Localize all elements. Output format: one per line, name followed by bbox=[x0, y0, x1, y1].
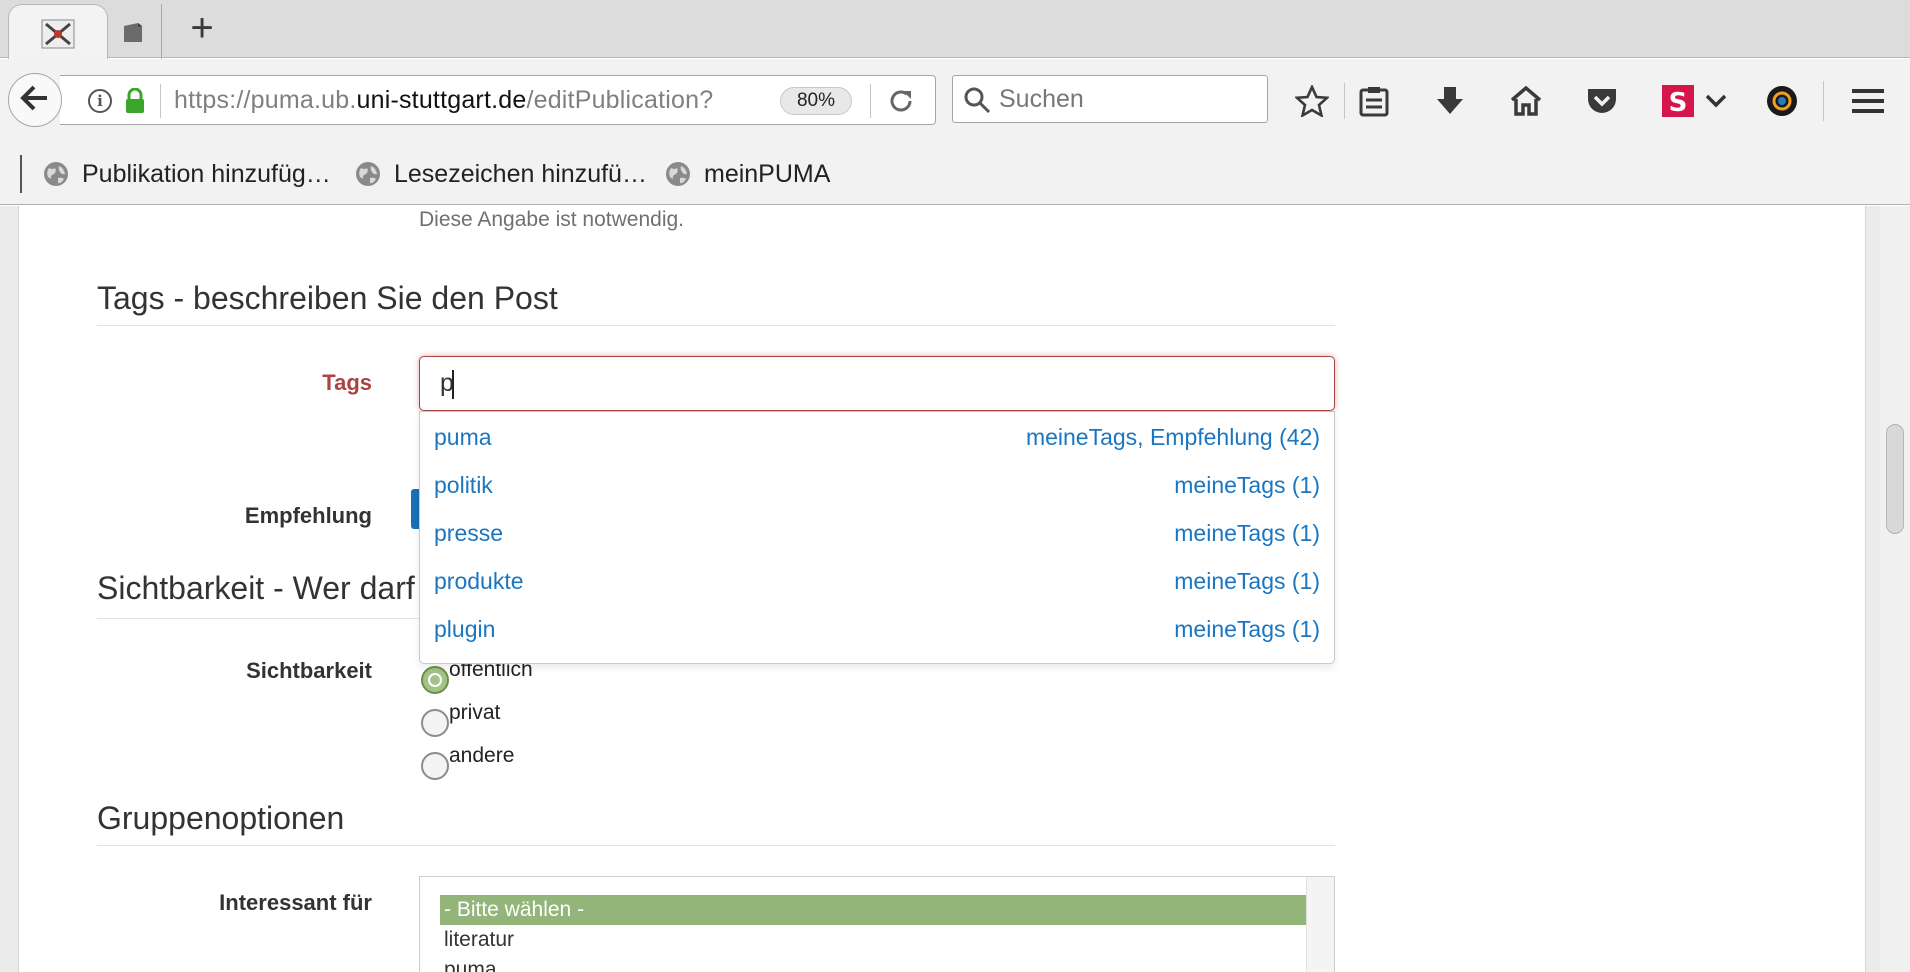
visibility-option-private[interactable]: privat bbox=[421, 701, 501, 737]
tags-section-title: Tags - beschreiben Sie den Post bbox=[97, 280, 1335, 326]
new-tab-button[interactable]: + bbox=[180, 8, 224, 50]
radio-label: privat bbox=[449, 701, 501, 724]
plus-icon: + bbox=[190, 6, 214, 50]
back-button[interactable] bbox=[8, 73, 62, 127]
reading-list-icon[interactable] bbox=[1354, 81, 1394, 121]
globe-icon bbox=[666, 162, 690, 186]
lock-icon[interactable] bbox=[124, 87, 146, 114]
hamburger-menu-icon[interactable] bbox=[1848, 81, 1888, 121]
interest-label: Interessant für bbox=[219, 890, 372, 915]
suggestion-tag: presse bbox=[434, 520, 504, 546]
globe-icon bbox=[44, 162, 68, 186]
nav-bar: i https://puma.ub.uni-stuttgart.de/editP… bbox=[0, 59, 1910, 141]
search-input[interactable] bbox=[999, 76, 1259, 122]
tab-bar: + bbox=[0, 0, 1910, 59]
chevron-down-icon[interactable] bbox=[1702, 81, 1730, 121]
suggestion-source: meineTags (1) bbox=[1174, 520, 1320, 546]
visibility-option-other[interactable]: andere bbox=[421, 744, 515, 780]
suggestion-tag: puma bbox=[434, 424, 492, 450]
bookmarks-bar: Publikation hinzufüg… Lesezeichen hinzuf… bbox=[0, 141, 1910, 205]
zoom-badge[interactable]: 80% bbox=[780, 87, 852, 115]
bookmark-label: Publikation hinzufüg… bbox=[82, 159, 331, 188]
camera-lens-icon[interactable] bbox=[1762, 81, 1802, 121]
svg-text:S: S bbox=[1669, 88, 1688, 118]
info-icon[interactable]: i bbox=[88, 89, 112, 113]
tags-label: Tags bbox=[322, 370, 372, 395]
suggestion-source: meineTags (1) bbox=[1174, 472, 1320, 498]
toolbar-separator bbox=[1344, 83, 1345, 119]
group-section-title: Gruppenoptionen bbox=[97, 800, 1335, 846]
suggestion-source: meineTags (1) bbox=[1174, 568, 1320, 594]
globe-icon bbox=[356, 162, 380, 186]
bookmark-label: Lesezeichen hinzufü… bbox=[394, 159, 647, 188]
interest-select[interactable]: - Bitte wählen - literatur puma bbox=[419, 876, 1335, 972]
empfehlung-label: Empfehlung bbox=[244, 503, 372, 528]
url-bar[interactable]: i https://puma.ub.uni-stuttgart.de/editP… bbox=[60, 75, 936, 125]
tag-suggestion[interactable]: presse meineTags (1) bbox=[420, 508, 1334, 556]
page-scrollbar[interactable] bbox=[1880, 206, 1910, 972]
tag-suggestion[interactable]: politik meineTags (1) bbox=[420, 460, 1334, 508]
home-icon[interactable] bbox=[1506, 81, 1546, 121]
tag-suggestion[interactable]: plugin meineTags (1) bbox=[420, 604, 1334, 652]
suggestion-tag: plugin bbox=[434, 616, 496, 642]
suggestion-tag: politik bbox=[434, 472, 493, 498]
tab-active[interactable] bbox=[8, 4, 108, 59]
toolbar-separator bbox=[1823, 81, 1824, 121]
url-text[interactable]: https://puma.ub.uni-stuttgart.de/editPub… bbox=[174, 86, 713, 115]
url-prefix: https://puma.ub. bbox=[174, 86, 357, 114]
radio-label: andere bbox=[449, 744, 515, 767]
select-scrollbar[interactable] bbox=[1306, 877, 1334, 972]
tags-input[interactable] bbox=[419, 356, 1335, 411]
bookmark-item[interactable]: Publikation hinzufüg… bbox=[42, 155, 331, 193]
text-caret bbox=[452, 370, 454, 399]
select-option[interactable]: - Bitte wählen - bbox=[440, 895, 1306, 925]
url-path: /editPublication? bbox=[526, 86, 714, 114]
tag-suggestion[interactable]: puma meineTags, Empfehlung (42) bbox=[420, 412, 1334, 460]
radio-button[interactable] bbox=[421, 752, 449, 780]
bookmark-item[interactable]: Lesezeichen hinzufü… bbox=[354, 155, 647, 193]
select-option[interactable]: literatur bbox=[440, 925, 1306, 955]
bookmark-item[interactable]: meinPUMA bbox=[664, 155, 830, 193]
puma-logo-icon bbox=[41, 19, 75, 49]
s-addon-icon[interactable]: S bbox=[1658, 81, 1698, 121]
url-domain: uni-stuttgart.de bbox=[356, 86, 527, 114]
radio-button-checked[interactable] bbox=[421, 666, 449, 694]
bookmarks-separator bbox=[20, 155, 22, 193]
select-option[interactable]: puma bbox=[440, 955, 1306, 972]
suggestion-source: meineTags (1) bbox=[1174, 616, 1320, 642]
required-note: Diese Angabe ist notwendig. bbox=[419, 208, 685, 231]
tag-suggestion[interactable]: produkte meineTags (1) bbox=[420, 556, 1334, 604]
search-bar[interactable] bbox=[952, 75, 1268, 123]
url-separator bbox=[870, 84, 871, 118]
suggestion-source: meineTags, Empfehlung (42) bbox=[1025, 424, 1320, 450]
url-separator bbox=[160, 84, 161, 118]
visibility-section-title: Sichtbarkeit - Wer darf bbox=[97, 570, 415, 606]
back-arrow-icon bbox=[20, 84, 50, 117]
tag-suggestions-dropdown: puma meineTags, Empfehlung (42) politik … bbox=[419, 411, 1335, 664]
page-scrollbar-thumb[interactable] bbox=[1886, 424, 1904, 534]
reload-icon[interactable] bbox=[886, 86, 916, 116]
tab-inactive[interactable] bbox=[104, 4, 162, 59]
page-viewport: Diese Angabe ist notwendig. Tags - besch… bbox=[0, 206, 1910, 972]
suggestion-tag: produkte bbox=[434, 568, 524, 594]
page-icon bbox=[116, 18, 150, 48]
radio-button[interactable] bbox=[421, 709, 449, 737]
star-icon[interactable] bbox=[1292, 81, 1332, 121]
visibility-label: Sichtbarkeit bbox=[246, 658, 372, 683]
bookmark-label: meinPUMA bbox=[704, 159, 831, 188]
pocket-icon[interactable] bbox=[1582, 81, 1622, 121]
search-icon bbox=[963, 86, 991, 114]
download-icon[interactable] bbox=[1430, 81, 1470, 121]
